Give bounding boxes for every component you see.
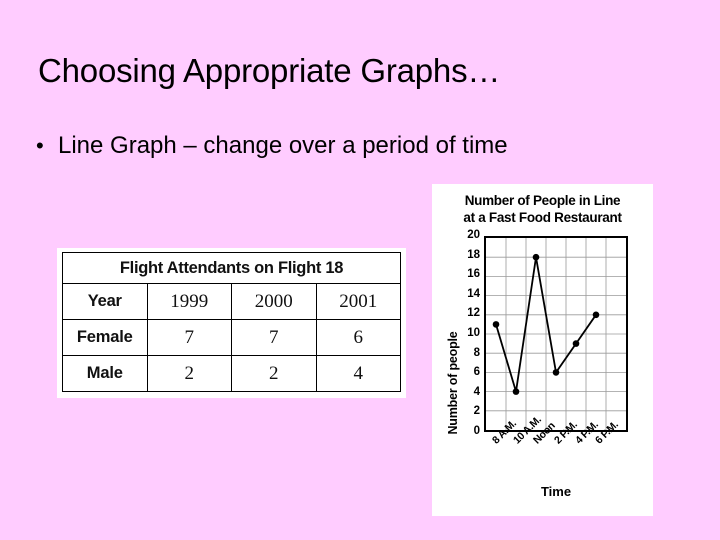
- y-tick-label: 8: [473, 346, 480, 359]
- chart-plot-svg: [486, 238, 626, 430]
- data-point: [572, 340, 580, 347]
- plot-area: [484, 236, 628, 432]
- data-point: [552, 369, 560, 376]
- y-tick-label: 4: [473, 385, 480, 398]
- y-tick-label: 6: [473, 366, 480, 379]
- bullet-list: • Line Graph – change over a period of t…: [36, 132, 696, 161]
- table-header-year: Year: [62, 283, 148, 320]
- chart-title-line-1: Number of People in Line: [464, 193, 621, 208]
- data-point: [592, 311, 600, 319]
- chart-title-line-2: at a Fast Food Restaurant: [463, 210, 622, 226]
- y-tick-label: 14: [467, 287, 480, 300]
- table-row: Year 1999 2000 2001: [62, 283, 401, 320]
- page-title: Choosing Appropriate Graphs…: [38, 52, 501, 89]
- y-tick-label: 12: [467, 307, 480, 320]
- row-label-male: Male: [62, 355, 148, 392]
- x-axis-label: Time: [540, 484, 572, 499]
- table-row: Female 7 7 6: [62, 319, 401, 356]
- table-title: Flight Attendants on Flight 18: [62, 252, 401, 284]
- cell-female-2001: 6: [315, 319, 401, 356]
- table-row: Male 2 2 4: [62, 355, 401, 392]
- bullet-point-icon: •: [36, 133, 44, 158]
- data-point: [532, 253, 540, 261]
- flight-attendants-table-figure: Flight Attendants on Flight 18 Year 1999…: [57, 248, 406, 398]
- cell-male-2001: 4: [315, 355, 401, 392]
- y-tick-label: 0: [473, 425, 480, 437]
- line-chart-figure: Number of People in Line at a Fast Food …: [432, 184, 653, 516]
- y-tick-label: 18: [467, 248, 480, 261]
- y-tick-label: 20: [467, 229, 480, 241]
- y-tick-label: 16: [467, 268, 480, 281]
- data-point: [492, 321, 500, 328]
- y-tick-label: 2: [473, 405, 480, 418]
- data-table: Flight Attendants on Flight 18 Year 1999…: [62, 252, 401, 392]
- cell-female-2000: 7: [231, 319, 317, 356]
- data-point: [512, 388, 520, 395]
- cell-male-2000: 2: [231, 355, 317, 392]
- y-tick-label: 10: [467, 327, 480, 339]
- table-row-title: Flight Attendants on Flight 18: [62, 252, 401, 284]
- x-axis-ticks: 8 A.M. 10 A.M. Noon 2 P.M. 4 P.M. 6 P.M.: [484, 414, 628, 486]
- cell-male-1999: 2: [146, 355, 232, 392]
- table-header-1999: 1999: [146, 283, 232, 320]
- cell-female-1999: 7: [146, 319, 232, 356]
- grid-lines: [486, 238, 626, 430]
- y-axis-ticks: 20 18 16 14 12 10 8 6 4 2 0: [456, 229, 480, 436]
- list-item: • Line Graph – change over a period of t…: [36, 132, 696, 161]
- row-label-female: Female: [62, 319, 148, 356]
- table-header-2001: 2001: [315, 283, 401, 320]
- bullet-item-label: Line Graph – change over a period of tim…: [58, 132, 508, 159]
- chart-title: Number of People in Line at a Fast Food …: [432, 192, 653, 227]
- table-header-2000: 2000: [231, 283, 317, 320]
